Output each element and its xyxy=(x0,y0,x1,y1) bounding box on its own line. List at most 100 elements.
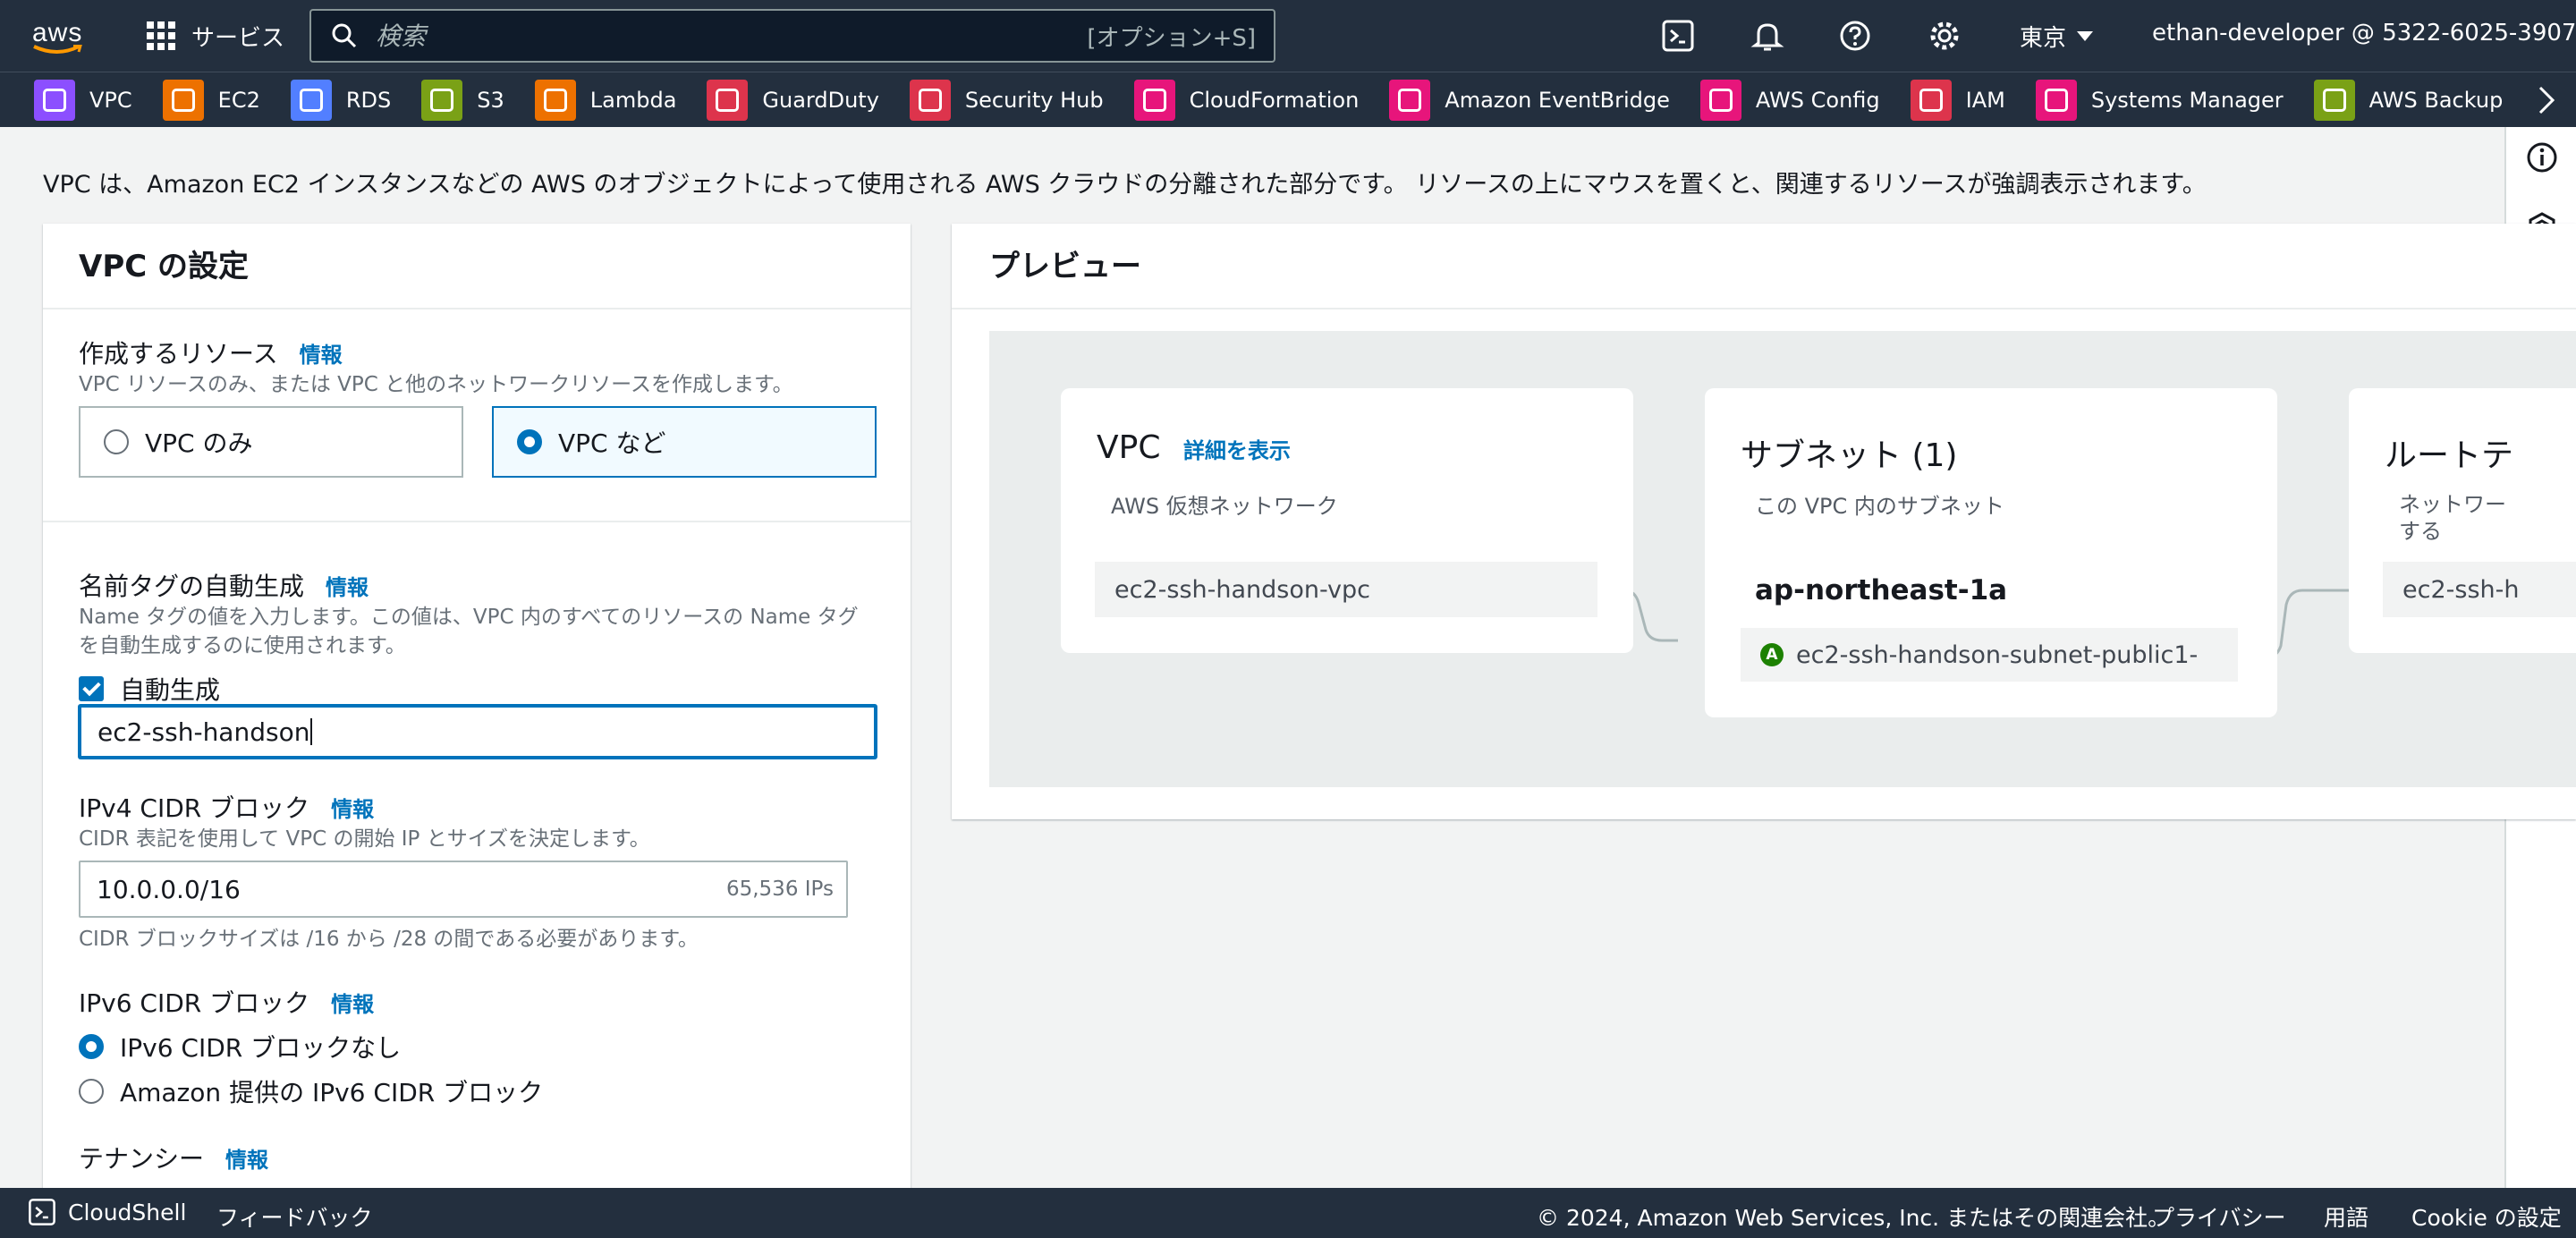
cloudshell-label: CloudShell xyxy=(68,1199,187,1225)
services-menu-button[interactable]: サービス xyxy=(147,16,284,55)
preview-title: プレビュー xyxy=(989,249,1141,284)
info-icon[interactable] xyxy=(2524,140,2560,175)
subnet-chip-label: ec2-ssh-handson-subnet-public1- xyxy=(1796,640,2199,669)
account-menu[interactable]: ethan-developer @ 5322-6025-3907 xyxy=(2152,20,2576,47)
favorite-systems-manager[interactable]: Systems Manager xyxy=(2035,80,2284,121)
resource-option-vpc-and-more[interactable]: VPC など xyxy=(492,406,877,478)
subnet-card[interactable]: サブネット (1) この VPC 内のサブネット ap-northeast-1a… xyxy=(1705,388,2277,717)
region-label: 東京 xyxy=(2020,25,2067,52)
route-table-chip[interactable]: ec2-ssh-h xyxy=(2383,562,2576,617)
text-cursor xyxy=(310,718,313,745)
details-link[interactable]: 詳細を表示 xyxy=(1183,438,1291,463)
favorite-cloudformation[interactable]: CloudFormation xyxy=(1133,80,1360,121)
radio-unchecked[interactable] xyxy=(104,429,129,454)
grid-icon xyxy=(147,21,175,50)
auto-generate-checkbox-row[interactable]: 自動生成 xyxy=(79,671,220,707)
favorite-label: VPC xyxy=(89,88,132,113)
favorites-bar: VPC EC2 RDS S3 Lambda GuardDuty Security Hub Cl… xyxy=(0,72,2576,127)
caret-down-icon xyxy=(2077,31,2094,41)
top-navigation: aws サービス [オプション+S] 東京 ethan-developer @ … xyxy=(0,0,2576,72)
nametag-hint-2: を自動生成するのに使用されます。 xyxy=(79,634,406,657)
favorite-eventbridge[interactable]: Amazon EventBridge xyxy=(1389,80,1670,121)
s3-icon xyxy=(421,80,463,121)
lambda-icon xyxy=(534,80,576,121)
nametag-label: 名前タグの自動生成 xyxy=(79,572,305,601)
favorite-guardduty[interactable]: GuardDuty xyxy=(707,80,879,121)
security-hub-icon xyxy=(909,80,951,121)
vpc-chip[interactable]: ec2-ssh-handson-vpc xyxy=(1095,562,1597,617)
resources-info-link[interactable]: 情報 xyxy=(300,337,343,369)
tenancy-label: テナンシー xyxy=(79,1144,205,1174)
vpc-card-subtitle: AWS 仮想ネットワーク xyxy=(1111,494,1338,519)
aws-config-icon xyxy=(1699,80,1741,121)
bell-icon[interactable] xyxy=(1750,18,1785,54)
option-label: VPC など xyxy=(558,428,666,458)
tenancy-info-link[interactable]: 情報 xyxy=(225,1142,268,1174)
ipv4-cidr-input[interactable]: 10.0.0.0/16 65,536 IPs xyxy=(79,861,848,918)
checkbox-checked[interactable] xyxy=(79,676,104,701)
vpc-chip-label: ec2-ssh-handson-vpc xyxy=(1114,575,1370,604)
favorite-s3[interactable]: S3 xyxy=(421,80,504,121)
favorite-label: CloudFormation xyxy=(1189,88,1360,113)
subnet-chip[interactable]: A ec2-ssh-handson-subnet-public1- xyxy=(1741,628,2238,682)
feedback-link[interactable]: フィードバック xyxy=(216,1200,373,1233)
cloudshell-icon[interactable] xyxy=(1660,18,1696,54)
favorite-label: RDS xyxy=(345,88,392,113)
gear-icon[interactable] xyxy=(1927,18,1962,54)
favorite-aws-config[interactable]: AWS Config xyxy=(1699,80,1880,121)
option-label: IPv6 CIDR ブロックなし xyxy=(120,1033,402,1063)
region-selector[interactable]: 東京 xyxy=(2020,20,2094,53)
nametag-input[interactable]: ec2-ssh-handson xyxy=(79,705,877,759)
favorite-security-hub[interactable]: Security Hub xyxy=(909,80,1104,121)
aws-logo[interactable]: aws xyxy=(32,18,89,57)
terms-link[interactable]: 用語 xyxy=(2324,1200,2368,1233)
favorite-lambda[interactable]: Lambda xyxy=(534,80,676,121)
preview-canvas: VPC 詳細を表示 AWS 仮想ネットワーク ec2-ssh-handson-v… xyxy=(989,331,2576,787)
radio-checked[interactable] xyxy=(517,429,542,454)
chevron-right-icon[interactable] xyxy=(2537,85,2556,115)
ec2-icon xyxy=(162,80,204,121)
ipv4-label-row: IPv4 CIDR ブロック 情報 xyxy=(79,789,374,825)
search-box[interactable]: [オプション+S] xyxy=(309,9,1275,63)
divider xyxy=(952,308,2576,310)
route-table-card[interactable]: ルートテ ネットワー する ec2-ssh-h xyxy=(2349,388,2576,653)
vpc-icon xyxy=(34,80,75,121)
cloudshell-button[interactable]: CloudShell xyxy=(27,1197,186,1227)
ipv4-value: 10.0.0.0/16 xyxy=(97,874,241,904)
services-label: サービス xyxy=(191,24,285,52)
favorite-iam[interactable]: IAM xyxy=(1910,80,2005,121)
favorite-vpc[interactable]: VPC xyxy=(34,80,132,121)
search-input[interactable] xyxy=(376,21,1088,51)
vpc-settings-panel: VPC の設定 作成するリソース 情報 VPC リソースのみ、または VPC と… xyxy=(43,224,911,1208)
favorite-label: Amazon EventBridge xyxy=(1445,88,1670,113)
subnet-card-subtitle: この VPC 内のサブネット xyxy=(1755,494,2004,519)
cookie-settings-link[interactable]: Cookie の設定 xyxy=(2411,1200,2562,1233)
iam-icon xyxy=(1910,80,1952,121)
systems-manager-icon xyxy=(2035,80,2077,121)
radio-checked[interactable] xyxy=(79,1034,104,1059)
resources-label-row: 作成するリソース 情報 xyxy=(79,335,343,370)
rds-icon xyxy=(290,80,332,121)
favorite-rds[interactable]: RDS xyxy=(290,80,392,121)
favorite-ec2[interactable]: EC2 xyxy=(162,80,260,121)
help-icon[interactable] xyxy=(1837,18,1873,54)
route-table-chip-label: ec2-ssh-h xyxy=(2402,575,2520,604)
resources-hint: VPC リソースのみ、または VPC と他のネットワークリソースを作成します。 xyxy=(79,373,793,396)
az-badge-icon: A xyxy=(1760,643,1784,666)
ipv6-option-amazon[interactable]: Amazon 提供の IPv6 CIDR ブロック xyxy=(79,1073,543,1109)
favorite-aws-backup[interactable]: AWS Backup xyxy=(2313,80,2504,121)
divider xyxy=(43,308,911,310)
resources-label: 作成するリソース xyxy=(79,339,278,369)
vpc-card[interactable]: VPC 詳細を表示 AWS 仮想ネットワーク ec2-ssh-handson-v… xyxy=(1061,388,1633,653)
radio-unchecked[interactable] xyxy=(79,1079,104,1104)
favorite-label: AWS Config xyxy=(1755,88,1880,113)
vpc-card-title: VPC xyxy=(1097,429,1161,466)
ipv6-info-link[interactable]: 情報 xyxy=(331,987,374,1018)
favorite-label: AWS Backup xyxy=(2368,88,2504,113)
settings-title: VPC の設定 xyxy=(79,249,250,284)
ipv4-info-link[interactable]: 情報 xyxy=(331,792,374,823)
nametag-info-link[interactable]: 情報 xyxy=(326,570,369,601)
ipv6-option-none[interactable]: IPv6 CIDR ブロックなし xyxy=(79,1029,401,1064)
privacy-link[interactable]: プライバシー xyxy=(2152,1200,2286,1233)
resource-option-vpc-only[interactable]: VPC のみ xyxy=(79,406,463,478)
